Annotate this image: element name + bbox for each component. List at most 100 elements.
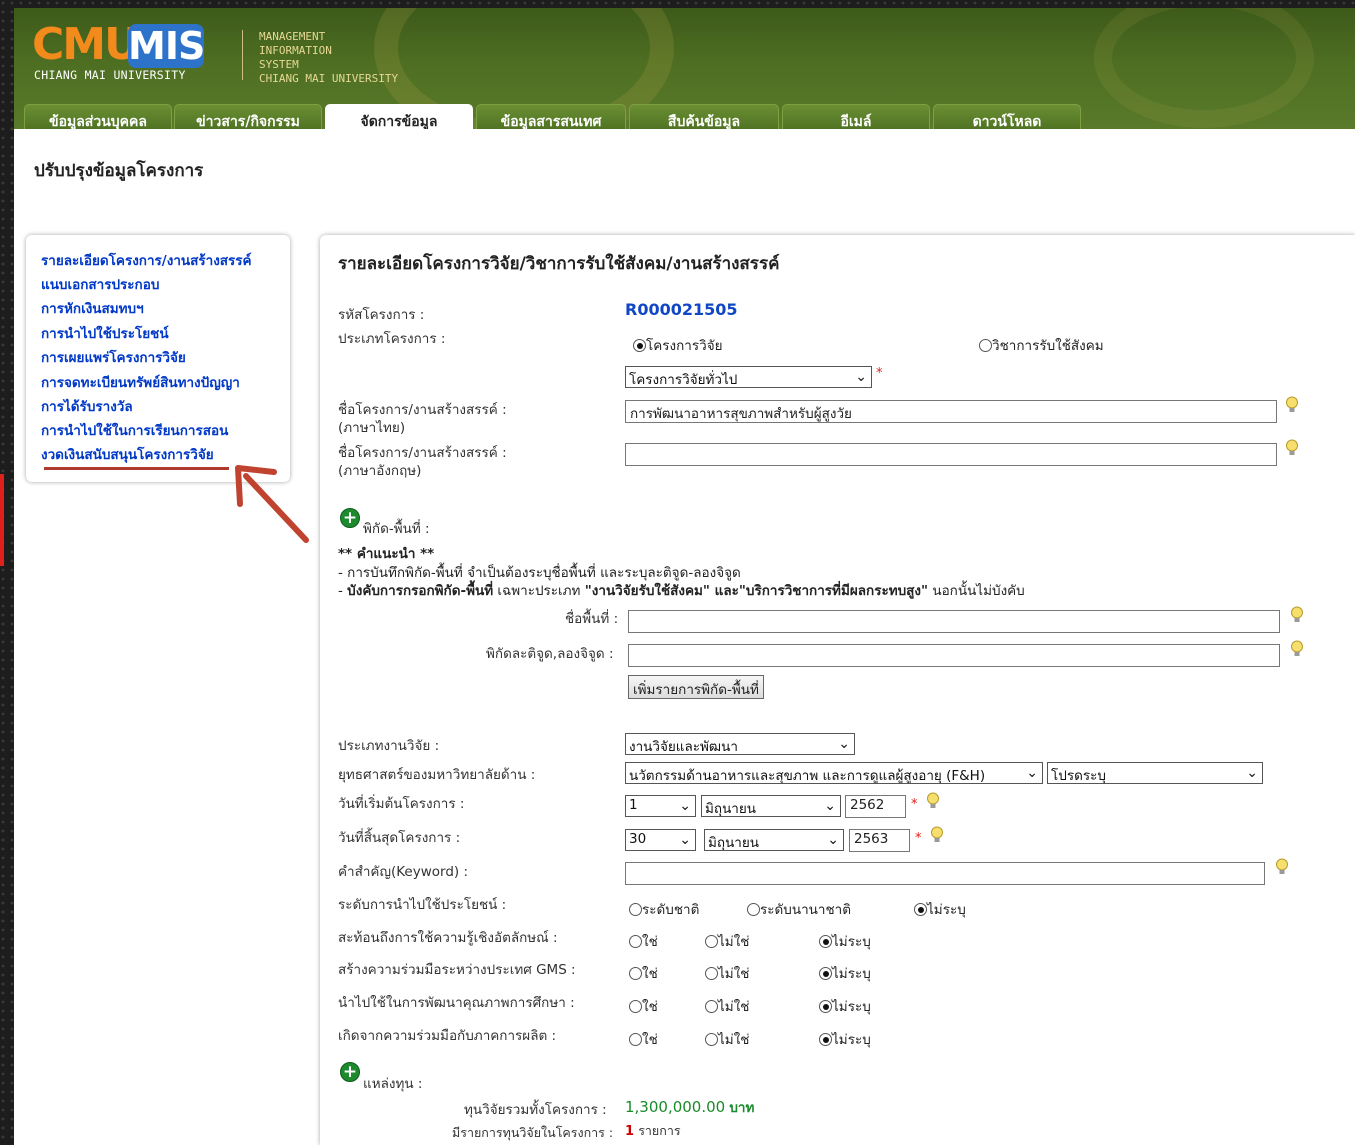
area-name-input[interactable] [628,610,1280,633]
lightbulb-hint-icon[interactable] [930,826,944,844]
radio-selected[interactable] [819,1033,832,1046]
research-type-select[interactable]: งานวิจัยและพัฒนา ⌄ [625,733,855,755]
radio-unselected[interactable] [629,1033,642,1046]
identity-yes[interactable]: ใช่ [629,930,658,952]
sidebar-item-project-details[interactable]: รายละเอียดโครงการ/งานสร้างสรรค์ [41,249,252,271]
funding-section-label: แหล่งทุน : [363,1076,423,1092]
chevron-down-icon: ⌄ [855,369,867,385]
fund-items-unit: รายการ [638,1123,681,1138]
radio-selected[interactable] [819,1000,832,1013]
radio-unselected[interactable] [629,1000,642,1013]
tab-information[interactable]: ข้อมูลสารสนเทศ [476,104,626,131]
sidebar-item-deductions[interactable]: การหักเงินสมทบฯ [41,297,144,319]
add-funding-plus-icon[interactable]: + [340,1062,360,1082]
radio-unselected[interactable] [705,1033,718,1046]
university-seal-watermark [1094,8,1314,128]
tab-search[interactable]: สืบค้นข้อมูล [629,104,779,131]
radio-selected[interactable] [819,935,832,948]
start-month-select[interactable]: มิถุนายน ⌄ [701,795,841,817]
radio-selected[interactable] [914,903,927,916]
end-year-input[interactable]: 2563 [849,829,910,852]
sidebar-item-attachments[interactable]: แนบเอกสารประกอบ [41,273,159,295]
radio-selected[interactable] [819,967,832,980]
fund-items-label: มีรายการทุนวิจัยในโครงการ : [452,1125,614,1140]
industry-unspecified[interactable]: ไม่ระบุ [819,1028,871,1050]
start-date-label: วันที่เริ่มต้นโครงการ : [338,796,465,812]
sidebar-item-funding-installments[interactable]: งวดเงินสนับสนุนโครงการวิจัย [41,443,214,465]
tab-email[interactable]: อีเมล์ [782,104,930,131]
project-type-research[interactable]: โครงการวิจัย [633,334,723,356]
industry-no[interactable]: ไม่ใช่ [705,1028,749,1050]
lightbulb-hint-icon[interactable] [1290,606,1304,624]
mis-description: MANAGEMENT INFORMATION SYSTEM CHIANG MAI… [259,30,399,85]
add-location-plus-icon[interactable]: + [340,508,360,528]
project-type-social-service[interactable]: วิชาการรับใช้สังคม [979,334,1104,356]
end-month-select[interactable]: มิถุนายน ⌄ [704,829,844,851]
location-section-label: พิกัด-พื้นที่ : [363,521,430,537]
radio-unselected[interactable] [747,903,760,916]
total-fund-value-group: 1,300,000.00 บาท [625,1096,754,1118]
sidebar-item-dissemination[interactable]: การเผยแพร่โครงการวิจัย [41,346,186,368]
identity-unspecified[interactable]: ไม่ระบุ [819,930,871,952]
education-yes[interactable]: ใช่ [629,995,658,1017]
app-header: CMU MIS CHIANG MAI UNIVERSITY MANAGEMENT… [14,8,1355,131]
lightbulb-hint-icon[interactable] [1275,858,1289,876]
benefit-unspecified[interactable]: ไม่ระบุ [914,898,966,920]
lightbulb-hint-icon[interactable] [1285,396,1299,414]
start-year-input[interactable]: 2562 [845,795,906,818]
lightbulb-hint-icon[interactable] [926,792,940,810]
lightbulb-hint-icon[interactable] [1290,640,1304,658]
industry-yes[interactable]: ใช่ [629,1028,658,1050]
strategy-sub-select[interactable]: โปรดระบุ ⌄ [1047,762,1263,784]
sidebar-item-utilization[interactable]: การนำไปใช้ประโยชน์ [41,322,169,344]
chevron-down-icon: ⌄ [824,798,836,814]
strategy-select[interactable]: นวัตกรรมด้านอาหารและสุขภาพ และการดูแลผู้… [625,762,1043,784]
sidebar-item-intellectual-property[interactable]: การจดทะเบียนทรัพย์สินทางปัญญา [41,371,240,393]
keyword-input[interactable] [625,862,1265,885]
sidebar-menu: รายละเอียดโครงการ/งานสร้างสรรค์ แนบเอกสา… [26,235,290,482]
benefit-international[interactable]: ระดับนานาชาติ [747,898,851,920]
required-star: * [911,797,918,812]
identity-no[interactable]: ไม่ใช่ [705,930,749,952]
sidebar-item-awards[interactable]: การได้รับรางวัล [41,395,133,417]
logo-divider [242,30,243,80]
lightbulb-hint-icon[interactable] [1285,439,1299,457]
radio-unselected[interactable] [629,935,642,948]
tab-personal-info[interactable]: ข้อมูลส่วนบุคคล [24,104,172,131]
form-heading: รายละเอียดโครงการวิจัย/วิชาการรับใช้สังค… [338,254,780,274]
identity-knowledge-label: สะท้อนถึงการใช้ความรู้เชิงอัตลักษณ์ : [338,930,558,946]
tab-manage-data[interactable]: จัดการข้อมูล [325,104,473,131]
radio-selected[interactable] [633,339,646,352]
radio-unselected[interactable] [629,903,642,916]
radio-unselected[interactable] [629,967,642,980]
name-th-input[interactable]: การพัฒนาอาหารสุขภาพสำหรับผู้สูงวัย [625,400,1277,423]
total-fund-label: ทุนวิจัยรวมทั้งโครงการ : [464,1102,607,1118]
radio-unselected[interactable] [705,967,718,980]
gms-yes[interactable]: ใช่ [629,962,658,984]
end-day-select[interactable]: 30 ⌄ [625,829,696,851]
education-no[interactable]: ไม่ใช่ [705,995,749,1017]
research-type-label: ประเภทงานวิจัย : [338,738,440,754]
radio-unselected[interactable] [705,935,718,948]
project-subtype-select[interactable]: โครงการวิจัยทั่วไป ⌄ [625,366,872,388]
total-fund-value: 1,300,000.00 [625,1098,726,1116]
gms-unspecified[interactable]: ไม่ระบุ [819,962,871,984]
radio-unselected[interactable] [979,339,992,352]
sidebar-item-teaching-use[interactable]: การนำไปใช้ในการเรียนการสอน [41,419,228,441]
total-fund-unit: บาท [729,1100,755,1116]
start-day-select[interactable]: 1 ⌄ [625,795,696,817]
name-th-sublabel: (ภาษาไทย) [338,420,406,436]
tab-download[interactable]: ดาวน์โหลด [933,104,1081,131]
benefit-level-label: ระดับการนำไปใช้ประโยชน์ : [338,897,507,913]
benefit-national[interactable]: ระดับชาติ [629,898,699,920]
name-en-input[interactable] [625,443,1277,466]
project-code-value: R000021505 [625,300,738,319]
latlng-input[interactable] [628,644,1280,667]
area-name-label: ชื่อพื้นที่ : [565,611,619,627]
education-unspecified[interactable]: ไม่ระบุ [819,995,871,1017]
keyword-label: คำสำคัญ(Keyword) : [338,864,468,880]
gms-no[interactable]: ไม่ใช่ [705,962,749,984]
tab-news-activities[interactable]: ข่าวสาร/กิจกรรม [174,104,322,131]
radio-unselected[interactable] [705,1000,718,1013]
add-location-button[interactable]: เพิ่มรายการพิกัด-พื้นที่ [628,675,764,699]
